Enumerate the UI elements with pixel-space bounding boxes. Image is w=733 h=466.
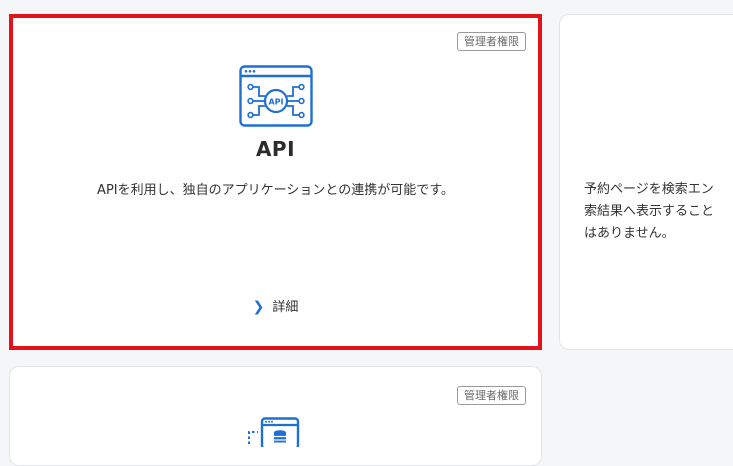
card-title: API (255, 137, 296, 161)
chevron-right-icon: ❯ (252, 299, 265, 315)
api-icon: API (238, 65, 313, 127)
description-line: 予約ページを検索エン (584, 182, 714, 197)
card-description: APIを利用し、独自のアプリケーションとの連携が可能です。 (97, 183, 454, 198)
detail-link-label: 詳細 (272, 300, 299, 315)
description-line: 索結果へ表示すること (584, 204, 715, 219)
search-engine-card[interactable]: 予約ページを検索エン 索結果へ表示すること はありません。 (559, 14, 733, 350)
description-line: はありません。 (584, 226, 675, 241)
card-description: 予約ページを検索エン 索結果へ表示すること はありません。 (584, 179, 733, 245)
api-card[interactable]: 管理者権限 API API APIを利用し、独自のアプリケーションとの連携が可能… (9, 14, 542, 350)
admin-permission-badge: 管理者権限 (457, 386, 526, 405)
database-card[interactable]: 管理者権限 (9, 366, 542, 466)
detail-link[interactable]: ❯ 詳細 (10, 296, 541, 315)
admin-permission-badge: 管理者権限 (457, 32, 526, 51)
svg-text:API: API (268, 98, 283, 107)
